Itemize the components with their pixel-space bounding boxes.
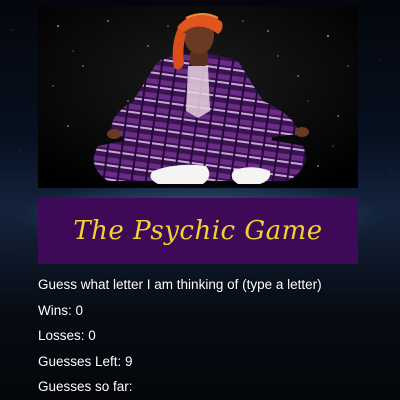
guesses-left-counter: Guesses Left: 9 bbox=[38, 353, 368, 369]
psychic-image bbox=[38, 6, 358, 188]
game-info: Guess what letter I am thinking of (type… bbox=[38, 278, 368, 400]
guesses-so-far-label: Guesses so far: bbox=[38, 379, 133, 394]
losses-label: Losses: bbox=[38, 328, 89, 343]
losses-value: 0 bbox=[88, 328, 96, 343]
wins-value: 0 bbox=[75, 302, 84, 318]
game-title: The Psychic Game bbox=[73, 216, 323, 246]
title-banner: The Psychic Game bbox=[38, 198, 358, 264]
guesses-left-label: Guesses Left: bbox=[38, 353, 126, 369]
wins-label: Wins: bbox=[38, 302, 76, 318]
wins-counter: Wins: 0 bbox=[38, 302, 368, 318]
guesses-so-far: Guesses so far: bbox=[38, 380, 368, 394]
losses-counter: Losses: 0 bbox=[38, 329, 368, 343]
guesses-left-value: 9 bbox=[125, 353, 133, 369]
instruction-text: Guess what letter I am thinking of (type… bbox=[38, 277, 322, 292]
